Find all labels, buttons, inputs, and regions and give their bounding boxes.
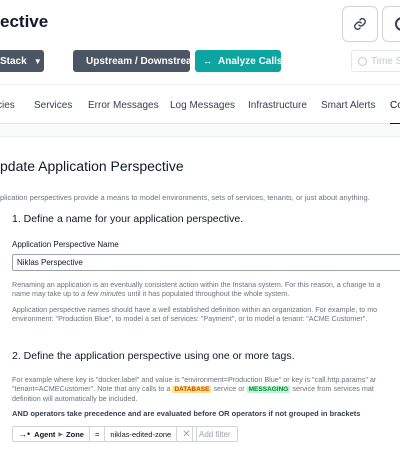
- tags-help: For example where key is "docker.label" …: [12, 375, 377, 403]
- upstream-downstream-dropdown[interactable]: Upstream / Downstream ▼: [73, 50, 215, 72]
- filter-operator[interactable]: =: [88, 427, 104, 441]
- tab-bar: cies Services Error Messages Log Message…: [0, 84, 400, 125]
- filter-value[interactable]: niklas-edited-zone: [104, 427, 176, 441]
- partial-circle-icon: [394, 17, 400, 31]
- arrow-right-icon: →•: [18, 429, 31, 439]
- caret-down-icon: ▼: [33, 56, 42, 66]
- toolbar: Stack ▼ Upstream / Downstream ▼ ↔ Analyz…: [0, 50, 400, 72]
- time-selector[interactable]: Time S: [351, 50, 400, 72]
- copy-link-button[interactable]: [342, 6, 378, 42]
- step2-heading: 2. Define the application perspective us…: [12, 350, 295, 362]
- intro-text: plication perspectives provide a means t…: [0, 193, 370, 202]
- messaging-tag: MESSAGING: [246, 386, 291, 393]
- header: ective Stack ▼ Upstream / Downstream ▼: [0, 0, 400, 84]
- operator-note: AND operators take precedence and are ev…: [12, 409, 361, 418]
- name-label: Application Perspective Name: [12, 240, 119, 249]
- form-heading: pdate Application Perspective: [0, 158, 184, 174]
- tab-log-messages[interactable]: Log Messages: [170, 100, 235, 111]
- link-icon: [354, 18, 366, 30]
- more-button[interactable]: [382, 6, 400, 42]
- step1-heading: 1. Define a name for your application pe…: [12, 213, 244, 225]
- chevron-right-icon: ▶: [58, 431, 64, 438]
- tag-filter[interactable]: →• Agent ▶ Zone = niklas-edited-zone ✕: [12, 426, 197, 442]
- add-filter-button[interactable]: Add filter: [192, 426, 238, 442]
- tab-dependencies[interactable]: cies: [0, 100, 15, 111]
- naming-help: Application perspective names should hav…: [12, 305, 378, 323]
- stack-dropdown[interactable]: Stack ▼: [0, 50, 44, 72]
- database-tag: DATABASE: [172, 386, 212, 393]
- arrows-icon: ↔: [203, 56, 212, 66]
- tab-infrastructure[interactable]: Infrastructure: [248, 100, 307, 111]
- perspective-name-input[interactable]: Niklas Perspective: [12, 254, 400, 271]
- tab-configuration[interactable]: Co: [390, 100, 400, 125]
- clock-icon: [358, 56, 367, 66]
- rename-help: Renaming an application is an eventually…: [12, 280, 381, 298]
- tab-smart-alerts[interactable]: Smart Alerts: [321, 100, 375, 111]
- analyze-calls-button[interactable]: ↔ Analyze Calls: [195, 50, 282, 72]
- page-title: ective: [0, 12, 49, 31]
- tab-error-messages[interactable]: Error Messages: [88, 100, 159, 111]
- tab-services[interactable]: Services: [34, 100, 72, 111]
